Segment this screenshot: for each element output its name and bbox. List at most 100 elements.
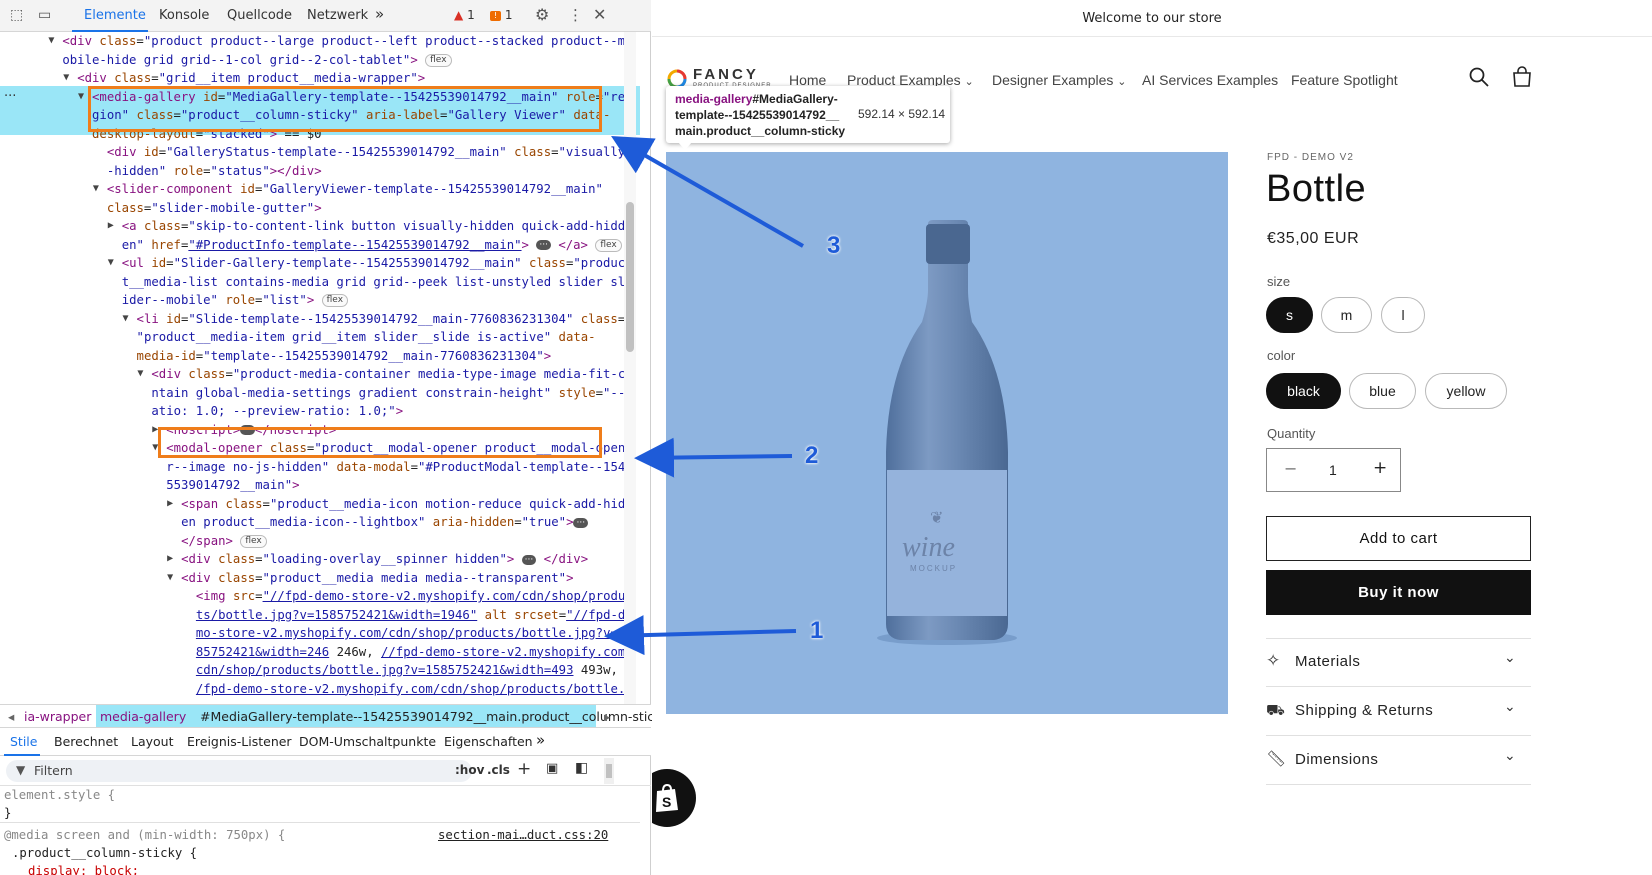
- search-icon[interactable]: [1468, 66, 1490, 88]
- stylesheet-source-link[interactable]: section-mai…duct.css:20: [438, 826, 608, 844]
- styles-filter-row: ▼ Filtern :hov .cls + ▣ ◧: [0, 756, 651, 786]
- hov-toggle[interactable]: :hov: [455, 763, 484, 777]
- issues-badge[interactable]: ! 1: [490, 8, 512, 22]
- color-option-blue[interactable]: blue: [1349, 373, 1416, 409]
- subtab-layout[interactable]: Layout: [131, 734, 174, 749]
- nav-feature-spotlight[interactable]: Feature Spotlight: [1291, 72, 1398, 88]
- warnings-badge[interactable]: ▲ 1: [454, 8, 475, 22]
- filter-icon: ▼: [16, 763, 26, 777]
- tab-sources[interactable]: Quellcode: [227, 8, 292, 23]
- inspector-tooltip: media-gallery#MediaGallery- template--15…: [666, 86, 950, 143]
- plus-icon[interactable]: +: [1373, 458, 1387, 478]
- product-media-gallery[interactable]: wine MOCKUP ❦: [666, 152, 1228, 714]
- storefront-page: Welcome to our store FANCY PRODUCT DESIG…: [652, 0, 1652, 875]
- breadcrumb-left-arrow-icon[interactable]: ◂: [8, 709, 14, 724]
- styles-filter-input[interactable]: ▼ Filtern: [6, 760, 472, 782]
- scrollbar-thumb[interactable]: [626, 202, 634, 352]
- breadcrumb-prev[interactable]: ia-wrapper: [24, 709, 91, 724]
- chevron-down-icon: ⌄: [1117, 76, 1127, 88]
- new-rule-icon[interactable]: +: [517, 759, 531, 779]
- expand-toggle-icon[interactable]: ▶: [167, 550, 173, 569]
- subtab-styles[interactable]: Stile: [10, 734, 37, 749]
- dom-tree-scrollbar[interactable]: [624, 32, 636, 704]
- bottle-image: [877, 220, 1017, 645]
- tab-console[interactable]: Konsole: [159, 8, 209, 23]
- size-option-s[interactable]: s: [1266, 297, 1313, 333]
- svg-text:S: S: [662, 794, 671, 810]
- tooltip-pointer: [678, 142, 692, 150]
- expand-toggle-icon[interactable]: ▼: [167, 569, 173, 588]
- chevron-down-icon: ⌄: [964, 76, 974, 88]
- expand-toggle-icon[interactable]: ▼: [108, 254, 114, 273]
- issue-icon: !: [490, 10, 501, 21]
- breadcrumb-right-arrow-icon[interactable]: ▸: [604, 709, 610, 724]
- quantity-input[interactable]: 1: [1329, 462, 1337, 478]
- expand-toggle-icon[interactable]: ▼: [48, 32, 54, 51]
- dom-tree[interactable]: ▼ <div class="product product--large prod…: [0, 32, 640, 704]
- product-price: €35,00 EUR: [1267, 230, 1360, 247]
- expand-toggle-icon[interactable]: ▼: [137, 365, 143, 384]
- subtab-properties[interactable]: Eigenschaften: [444, 734, 533, 749]
- product-vendor: FPD - DEMO V2: [1267, 152, 1354, 163]
- devtools-panel: ⬚ ▭ Elemente Konsole Quellcode Netzwerk …: [0, 0, 668, 875]
- expand-toggle-icon[interactable]: ▼: [123, 310, 129, 329]
- shopify-badge[interactable]: S: [652, 769, 696, 827]
- size-option-m[interactable]: m: [1321, 297, 1372, 333]
- add-to-cart-button[interactable]: Add to cart: [1266, 516, 1531, 561]
- annotation-label-2: 2: [805, 442, 819, 469]
- more-tabs-icon[interactable]: »: [375, 5, 384, 23]
- size-option-l[interactable]: l: [1381, 297, 1425, 333]
- toggle-sidebar-icon[interactable]: ◧: [575, 760, 588, 776]
- buy-now-button[interactable]: Buy it now: [1266, 570, 1531, 615]
- settings-gear-icon[interactable]: ⚙: [535, 5, 549, 24]
- chevron-down-icon: ⌄: [1504, 748, 1516, 764]
- element-style-close: }: [4, 806, 12, 820]
- expand-toggle-icon[interactable]: ▼: [93, 180, 99, 199]
- product-title: Bottle: [1266, 168, 1367, 210]
- color-option-yellow[interactable]: yellow: [1425, 373, 1507, 409]
- subtab-computed[interactable]: Berechnet: [54, 734, 118, 749]
- chevron-down-icon: ⌄: [1504, 699, 1516, 715]
- tab-network[interactable]: Netzwerk: [307, 8, 368, 23]
- expand-toggle-icon[interactable]: ▼: [78, 88, 84, 107]
- holly-icon: ❦: [930, 508, 944, 527]
- breadcrumb: ◂ ia-wrapper media-gallery #MediaGallery…: [0, 704, 668, 728]
- size-label: size: [1267, 274, 1291, 289]
- bottle-label-subtext: MOCKUP: [910, 564, 958, 573]
- close-devtools-icon[interactable]: ✕: [593, 5, 606, 24]
- tab-elements[interactable]: Elemente: [84, 8, 146, 23]
- device-toolbar-icon[interactable]: ▭: [38, 7, 51, 23]
- expand-toggle-icon[interactable]: ▶: [108, 217, 114, 236]
- nav-designer-examples[interactable]: Designer Examples ⌄: [992, 72, 1127, 88]
- paint-brush-icon[interactable]: ▣: [546, 761, 558, 776]
- more-options-icon[interactable]: ⋮: [568, 6, 583, 24]
- minus-icon[interactable]: −: [1284, 459, 1297, 478]
- css-selector[interactable]: .product__column-sticky {: [12, 844, 197, 862]
- chevron-down-icon: ⌄: [1504, 650, 1516, 666]
- expand-toggle-icon[interactable]: ▶: [167, 495, 173, 514]
- cart-icon[interactable]: [1511, 66, 1533, 88]
- announcement-bar: Welcome to our store: [652, 0, 1652, 37]
- media-query: @media screen and (min-width: 750px) {: [4, 828, 286, 842]
- styles-scrollbar[interactable]: [604, 758, 614, 784]
- cls-toggle[interactable]: .cls: [487, 763, 510, 777]
- subtab-dom-breakpoints[interactable]: DOM-Umschaltpunkte: [299, 734, 436, 749]
- element-style-rule[interactable]: element.style {: [4, 786, 115, 804]
- nav-ai-services[interactable]: AI Services Examples: [1142, 72, 1278, 88]
- inspect-element-icon[interactable]: ⬚: [10, 7, 23, 23]
- accordion-shipping[interactable]: ⛟ Shipping & Returns ⌄: [1266, 687, 1531, 736]
- color-option-black[interactable]: black: [1266, 373, 1341, 409]
- accordion-dimensions[interactable]: 📏︎ Dimensions ⌄: [1266, 736, 1531, 785]
- color-label: color: [1267, 348, 1296, 363]
- styles-pane: element.style { } @media screen and (min…: [0, 786, 651, 875]
- breadcrumb-current[interactable]: media-gallery #MediaGallery-template--15…: [96, 705, 668, 727]
- expand-toggle-icon[interactable]: ▼: [63, 69, 69, 88]
- logo-text: FANCY: [693, 66, 759, 83]
- warning-icon: ▲: [454, 8, 464, 22]
- css-property[interactable]: display: block;: [28, 862, 139, 875]
- styles-scrollbar-thumb[interactable]: [606, 764, 612, 778]
- subtab-event-listeners[interactable]: Ereignis-Listener: [187, 734, 292, 749]
- annotation-label-3: 3: [827, 232, 841, 259]
- more-subtabs-icon[interactable]: »: [536, 731, 545, 749]
- accordion-materials[interactable]: ✧ Materials ⌄: [1266, 638, 1531, 687]
